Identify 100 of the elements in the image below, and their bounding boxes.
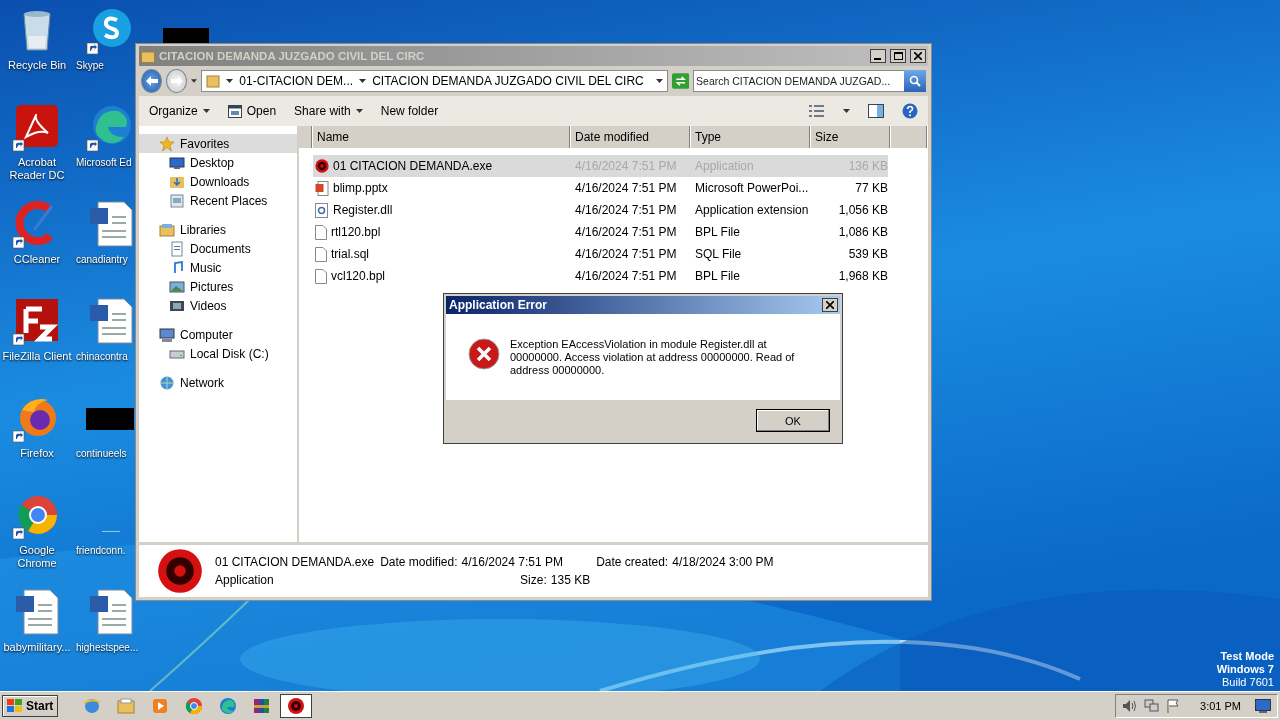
speaker-icon[interactable]: [1122, 699, 1139, 713]
nav-item[interactable]: Libraries: [139, 220, 297, 239]
desktop-icon-label[interactable]: babymilitary...: [3, 641, 71, 654]
play-icon: [151, 697, 170, 715]
file-type: Application: [215, 573, 275, 587]
minimize-button[interactable]: [870, 49, 886, 63]
desktop-icon-label[interactable]: continueels: [76, 447, 127, 460]
network-icon[interactable]: [1144, 699, 1161, 713]
view-options-icon[interactable]: [809, 105, 825, 117]
file-row[interactable]: rtl120.bpl 4/16/2024 7:51 PM BPL File 1,086 KB: [313, 221, 888, 243]
column-header[interactable]: Date modified: [571, 126, 691, 148]
close-icon: [826, 301, 834, 309]
maximize-button[interactable]: [890, 49, 906, 63]
back-button[interactable]: [141, 69, 163, 93]
maximize-icon: [893, 52, 903, 60]
caret-icon: [655, 79, 663, 83]
breadcrumb-item[interactable]: 01-CITACION DEM...: [239, 74, 354, 88]
field-value: 135 KB: [550, 573, 591, 587]
nav-item[interactable]: Videos: [139, 296, 297, 315]
file-row[interactable]: Register.dll 4/16/2024 7:51 PM Application extension 1,056 KB: [313, 199, 888, 221]
toolbar-button[interactable]: New folder: [380, 102, 439, 120]
desktop-icon-label[interactable]: friendconn.: [76, 544, 126, 557]
application-icon: [287, 697, 306, 715]
desktop-icon-label[interactable]: Recycle Bin: [7, 59, 67, 72]
desktop-icon-label[interactable]: canadiantry: [76, 253, 128, 266]
column-header[interactable]: Size: [811, 126, 891, 148]
desktop-icon-label[interactable]: Microsoft Ed: [76, 156, 132, 169]
taskbar-app[interactable]: [280, 694, 313, 718]
desktop-icon-label[interactable]: Google Chrome: [2, 544, 72, 570]
nav-item[interactable]: Favorites: [139, 134, 297, 153]
error-message: Exception EAccessViolation in module Register.dll at 00000000. Access violation at address 00000000. Read of address 00000000.: [510, 338, 796, 378]
os-info-text: Test Mode: [1220, 650, 1274, 663]
file-row[interactable]: vcl120.bpl 4/16/2024 7:51 PM BPL File 1,968 KB: [313, 265, 888, 287]
close-icon: [914, 52, 922, 60]
search-button[interactable]: [904, 70, 926, 92]
desktop-icon-label[interactable]: Acrobat Reader DC: [2, 156, 72, 182]
address-bar[interactable]: 01-CITACION DEM... CITACION DEMANDA JUZGADO CIVIL DEL CIRC: [201, 70, 668, 92]
nav-item[interactable]: Local Disk (C:): [139, 344, 297, 363]
nav-item[interactable]: Pictures: [139, 277, 297, 296]
column-header[interactable]: Name: [313, 126, 571, 148]
file-icon: [315, 224, 327, 240]
star-icon: [159, 135, 175, 152]
forward-button[interactable]: [166, 69, 188, 93]
file-row[interactable]: trial.sql 4/16/2024 7:51 PM SQL File 539 KB: [313, 243, 888, 265]
caret-icon: [226, 79, 234, 83]
archive-books-icon: [253, 697, 272, 715]
recent-places-icon: [169, 192, 185, 209]
window-title: CITACION DEMANDA JUZGADO CIVIL DEL CIRC: [159, 50, 426, 62]
nav-item[interactable]: Downloads: [139, 172, 297, 191]
file-row[interactable]: blimp.pptx 4/16/2024 7:51 PM Microsoft PowerPoi... 77 KB: [313, 177, 888, 199]
desktop-icon-label[interactable]: chinacontra: [76, 350, 128, 363]
close-button[interactable]: [822, 298, 838, 312]
dialog-title: Application Error: [449, 298, 547, 312]
column-header[interactable]: Type: [691, 126, 811, 148]
back-arrow-icon: [145, 76, 158, 86]
network-icon: [159, 374, 175, 391]
file-name: 01 CITACION DEMANDA.exe: [215, 555, 375, 569]
nav-item[interactable]: Documents: [139, 239, 297, 258]
gear-file-icon: [315, 202, 329, 218]
error-icon: [468, 338, 500, 370]
search-icon: [909, 75, 921, 87]
nav-item[interactable]: Network: [139, 373, 297, 392]
computer-icon: [159, 326, 175, 343]
desktop-icon-label[interactable]: CCleaner: [13, 253, 61, 266]
file-icon: [315, 268, 327, 284]
field-value: 4/16/2024 7:51 PM: [461, 555, 563, 569]
nav-item[interactable]: Desktop: [139, 153, 297, 172]
help-icon[interactable]: [902, 103, 918, 119]
start-button[interactable]: Start: [2, 695, 59, 717]
refresh-icon[interactable]: [671, 72, 690, 90]
toolbar-button[interactable]: Open: [227, 102, 277, 120]
folder-icon: [206, 74, 221, 88]
close-button[interactable]: [910, 49, 926, 63]
flag-icon[interactable]: [1166, 699, 1181, 713]
dash-icon: [102, 531, 120, 533]
ok-button[interactable]: OK: [756, 409, 830, 432]
redaction-bar: [163, 28, 209, 44]
application-icon: [157, 548, 203, 594]
search-field[interactable]: Search CITACION DEMANDA JUZGAD...: [693, 70, 904, 92]
folder-icon: [117, 697, 136, 715]
toolbar-button[interactable]: Share with: [294, 102, 363, 120]
nav-item[interactable]: Computer: [139, 325, 297, 344]
clock[interactable]: 3:01 PM: [1200, 700, 1241, 712]
caret-icon: [359, 79, 367, 83]
desktop-icon-label[interactable]: Skype: [76, 59, 104, 72]
desktop-icon-label[interactable]: FileZilla Client: [2, 350, 72, 363]
redaction-bar: [86, 408, 134, 430]
nav-item[interactable]: Music: [139, 258, 297, 277]
field-label: Date created:: [596, 555, 669, 569]
desktop-icon-label[interactable]: highestspee...: [76, 641, 139, 654]
window-icon: [227, 104, 242, 118]
field-value: 4/18/2024 3:00 PM: [672, 555, 774, 569]
breadcrumb-item[interactable]: CITACION DEMANDA JUZGADO CIVIL DEL CIRC: [372, 74, 644, 88]
field-label: Size:: [520, 573, 547, 587]
nav-item[interactable]: Recent Places: [139, 191, 297, 210]
show-desktop-icon[interactable]: [1255, 699, 1271, 713]
desktop-icon-label[interactable]: Firefox: [20, 447, 54, 460]
toolbar-button[interactable]: Organize: [149, 102, 210, 120]
preview-pane-icon[interactable]: [868, 104, 884, 118]
library-icon: [159, 221, 175, 238]
